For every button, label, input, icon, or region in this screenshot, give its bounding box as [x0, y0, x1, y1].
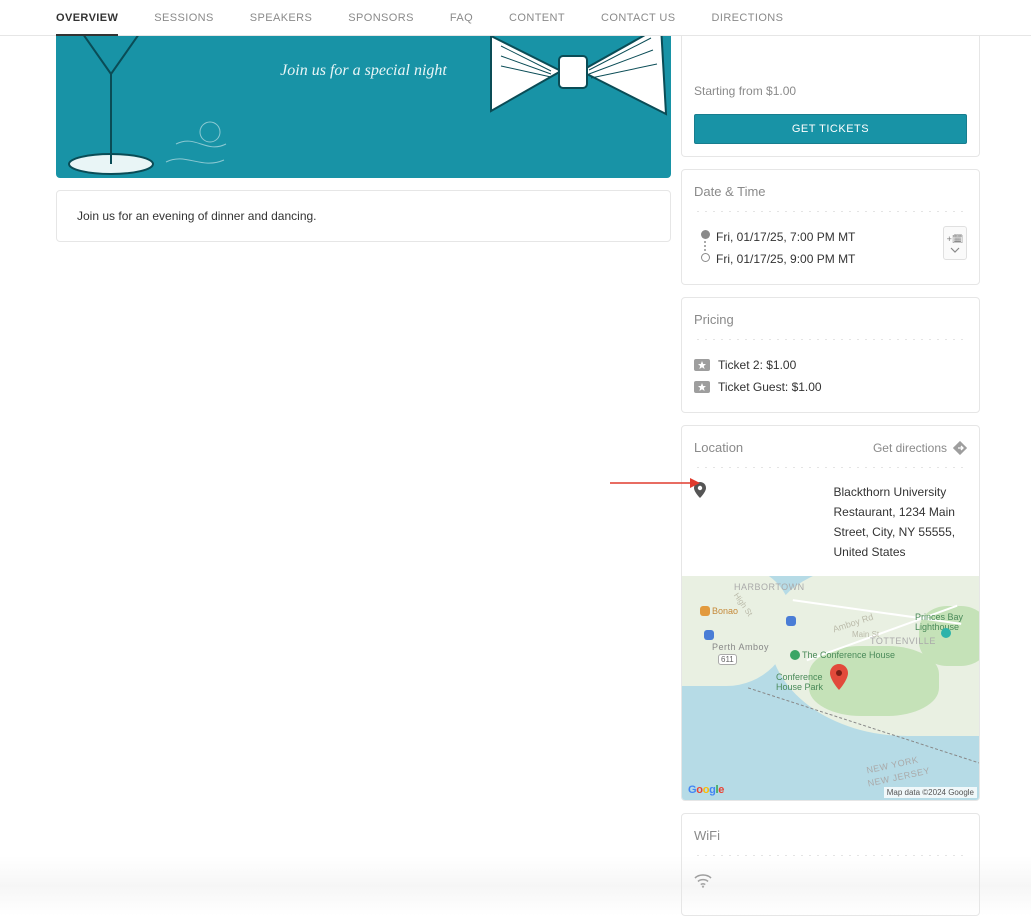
- get-tickets-button[interactable]: GET TICKETS: [694, 114, 967, 144]
- event-description-card: Join us for an evening of dinner and dan…: [56, 190, 671, 242]
- chevron-down-icon: [950, 247, 960, 253]
- map-area-label: HARBORTOWN: [734, 582, 805, 592]
- wifi-title: WiFi: [694, 828, 720, 843]
- map-poi-label: Bonao: [712, 606, 738, 616]
- map-poi-icon: [700, 606, 710, 616]
- wifi-icon: [694, 874, 712, 893]
- map-poi-icon: [941, 628, 951, 638]
- event-description-text: Join us for an evening of dinner and dan…: [77, 209, 317, 223]
- google-logo: Google: [688, 784, 724, 796]
- location-card: Location Get directions Blackthorn Uni: [681, 425, 980, 801]
- map-highway-shield: 611: [718, 654, 737, 665]
- get-directions-label: Get directions: [873, 441, 947, 455]
- location-address: Blackthorn University Restaurant, 1234 M…: [834, 482, 968, 562]
- top-nav: OVERVIEW SESSIONS SPEAKERS SPONSORS FAQ …: [0, 0, 1031, 36]
- pricing-card: Pricing Ticket 2: $1.00 Ticket Gue: [681, 297, 980, 413]
- starting-from-text: Starting from $1.00: [694, 84, 967, 98]
- martini-glass-illustration: [56, 36, 236, 178]
- ticket-icon: [694, 381, 710, 393]
- calendar-plus-icon: +🗓: [947, 234, 964, 245]
- end-datetime: Fri, 01/17/25, 9:00 PM MT: [716, 248, 943, 270]
- nav-content[interactable]: CONTENT: [509, 0, 565, 36]
- nav-sponsors[interactable]: SPONSORS: [348, 0, 414, 36]
- nav-directions[interactable]: DIRECTIONS: [712, 0, 784, 36]
- map-poi-label: Conference House Park: [776, 672, 836, 692]
- start-datetime: Fri, 01/17/25, 7:00 PM MT: [716, 226, 943, 248]
- get-directions-link[interactable]: Get directions: [873, 441, 967, 455]
- map-road-label: Main St: [852, 630, 879, 639]
- pricing-item-1: Ticket 2: $1.00: [718, 354, 796, 376]
- map-marker-icon: [830, 664, 848, 690]
- nav-faq[interactable]: FAQ: [450, 0, 473, 36]
- location-title: Location: [694, 440, 743, 455]
- date-time-title: Date & Time: [694, 184, 766, 199]
- map-transit-icon: [786, 616, 796, 626]
- map[interactable]: HARBORTOWN TOTTENVILLE NEW YORK NEW JERS…: [682, 576, 979, 800]
- tickets-card: Starting from $1.00 GET TICKETS: [681, 36, 980, 157]
- wifi-card: WiFi: [681, 813, 980, 916]
- add-to-calendar-button[interactable]: +🗓: [943, 226, 967, 260]
- map-attribution: Map data ©2024 Google: [884, 787, 977, 798]
- date-time-card: Date & Time Fri, 01/17/25, 7:00 PM MT Fr…: [681, 169, 980, 285]
- map-area-label: TOTTENVILLE: [870, 636, 936, 646]
- nav-contact-us[interactable]: CONTACT US: [601, 0, 676, 36]
- map-transit-icon: [704, 630, 714, 640]
- ticket-icon: [694, 359, 710, 371]
- nav-sessions[interactable]: SESSIONS: [154, 0, 213, 36]
- map-poi-icon: [790, 650, 800, 660]
- location-pin-icon: [694, 482, 828, 498]
- nav-speakers[interactable]: SPEAKERS: [250, 0, 313, 36]
- bowtie-illustration: [481, 36, 671, 136]
- pricing-item-2: Ticket Guest: $1.00: [718, 376, 822, 398]
- map-poi-label: The Conference House: [802, 650, 895, 660]
- hero-banner: Join us for a special night: [56, 36, 671, 178]
- timeline-icon: [694, 226, 716, 262]
- directions-icon: [953, 441, 967, 455]
- map-area-label: Perth Amboy: [712, 642, 769, 652]
- nav-overview[interactable]: OVERVIEW: [56, 0, 118, 36]
- pricing-title: Pricing: [694, 312, 734, 327]
